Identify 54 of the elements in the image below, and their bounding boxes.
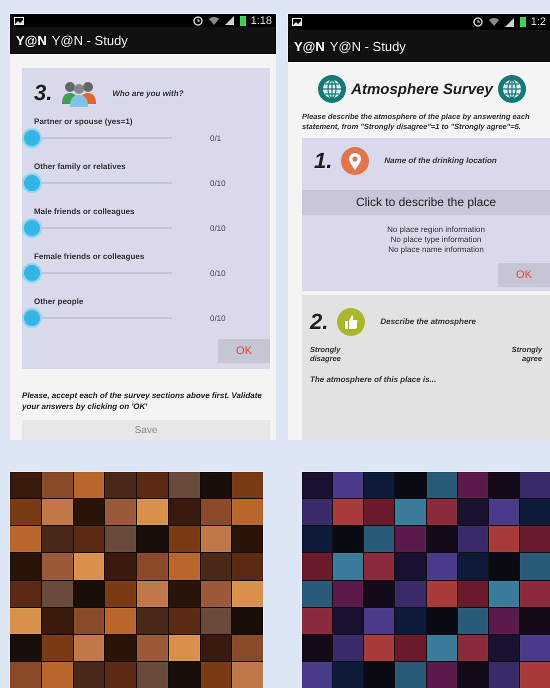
section-question: Who are you with? [112, 88, 184, 98]
slider[interactable] [22, 173, 172, 194]
ok-button[interactable]: OK [498, 262, 550, 286]
wifi-icon [208, 14, 220, 27]
section-number: 1. [314, 148, 332, 174]
slider-thumb[interactable] [24, 175, 40, 192]
picture-icon [14, 16, 24, 26]
section-title: Describe the atmosphere [380, 317, 476, 326]
ok-button[interactable]: OK [218, 339, 270, 364]
slider-value: 0/1 [210, 134, 222, 143]
section-number: 3. [34, 80, 52, 106]
alarm-icon [472, 16, 484, 28]
info-text: No place type information [390, 234, 482, 244]
info-text: No place name information [388, 244, 484, 254]
app-title: Y@N - Study [330, 38, 406, 54]
picture-icon [292, 17, 302, 27]
section-number: 2. [310, 308, 328, 334]
slider-label: Male friends or colleagues [34, 207, 136, 216]
globe-icon [496, 74, 527, 104]
slider-label: Female friends or colleagues [34, 252, 146, 262]
slider-thumb[interactable] [24, 220, 40, 236]
instruction-text: Please, accept each of the survey sections above first. Validate your answers by clicking on 'OK' [22, 391, 263, 412]
alarm-icon [192, 14, 204, 27]
slider-label: Other family or relatives [34, 162, 127, 172]
battery-icon [238, 14, 247, 27]
section-title: Name of the drinking location [384, 156, 497, 165]
slider-value: 0/10 [210, 224, 226, 233]
slider-label: Other people [34, 297, 84, 306]
statement-text: The atmosphere of this place is... [310, 374, 438, 384]
slider-thumb[interactable] [24, 265, 40, 282]
survey-heading: Atmosphere Survey [351, 80, 493, 98]
slider[interactable] [22, 128, 172, 148]
slider[interactable] [22, 308, 172, 328]
map-pin-icon [340, 146, 370, 176]
status-time: 1:18 [250, 14, 272, 27]
slider-thumb[interactable] [24, 130, 40, 146]
slider-value: 0/10 [210, 268, 226, 278]
slider-value: 0/10 [210, 178, 226, 188]
app-logo: Y@N [294, 38, 325, 54]
battery-icon [518, 16, 527, 28]
wifi-icon [488, 16, 500, 28]
app-logo: Y@N [16, 33, 47, 48]
slider[interactable] [22, 263, 172, 284]
status-time: 1:2 [530, 16, 546, 28]
slider[interactable] [22, 218, 172, 238]
signal-icon [504, 16, 515, 28]
slider-label: Partner or spouse (yes=1) [34, 117, 134, 126]
slider-thumb[interactable] [24, 310, 40, 326]
slider-value: 0/10 [210, 314, 226, 323]
describe-place-button[interactable]: Click to describe the place [302, 190, 550, 214]
app-title: Y@N - Study [52, 33, 128, 48]
info-text: No place region information [387, 224, 485, 234]
thumbs-up-icon [336, 306, 366, 336]
globe-icon [317, 74, 348, 104]
